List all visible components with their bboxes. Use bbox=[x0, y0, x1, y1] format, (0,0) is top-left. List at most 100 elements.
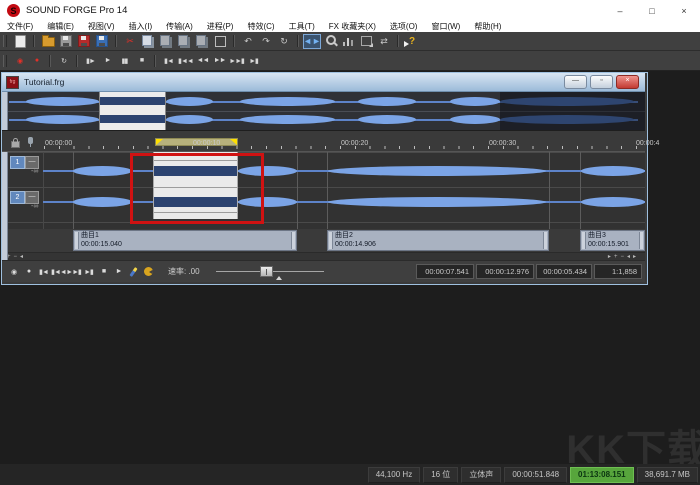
track-2-volume[interactable]: -∞ bbox=[31, 203, 38, 210]
new-file-icon bbox=[15, 35, 26, 48]
new-file-button[interactable] bbox=[11, 34, 29, 49]
statistics-icon bbox=[343, 37, 353, 46]
zoom-ratio-display[interactable]: 1:1,858 bbox=[594, 264, 642, 279]
transport-toolbar: ◉ ● ↻ ▮► ► ▮▮ ■ ▮◄ ▮◄◄ ◄◄ ►► ►►▮ ►▮ bbox=[0, 51, 700, 71]
slider-thumb[interactable] bbox=[260, 266, 273, 277]
record-remote-button[interactable]: ◉ bbox=[11, 53, 28, 68]
maximize-button[interactable]: □ bbox=[636, 0, 668, 21]
overview-waveform-segment bbox=[166, 115, 213, 124]
save-button[interactable] bbox=[57, 34, 75, 49]
menu-insert[interactable]: 插入(I) bbox=[122, 21, 160, 32]
status-bit-depth[interactable]: 16 位 bbox=[423, 467, 458, 483]
doc-restore-button[interactable]: ▫ bbox=[590, 75, 613, 89]
track-2-number[interactable]: 2 bbox=[10, 191, 25, 204]
status-length[interactable]: 00:00:51.848 bbox=[504, 467, 567, 483]
whats-this-button[interactable]: ? bbox=[403, 34, 421, 49]
menu-edit[interactable]: 编辑(E) bbox=[40, 21, 81, 32]
track-area[interactable]: 1 — -∞ 2 — -∞ bbox=[2, 152, 645, 229]
status-position-highlight[interactable]: 01:13:08.151 bbox=[570, 467, 634, 483]
redo-button[interactable]: ↷ bbox=[257, 34, 275, 49]
footer-go-end-button[interactable]: ►▮ bbox=[81, 265, 96, 279]
menu-effects[interactable]: 特效(C) bbox=[240, 21, 281, 32]
time-ruler[interactable]: 00:00:00 00:00:10 00:00:20 00:00:30 00:0… bbox=[2, 131, 645, 152]
save-as-button[interactable] bbox=[75, 34, 93, 49]
footer-prev-marker-button[interactable]: ▮◄◄ bbox=[51, 265, 66, 279]
status-channels[interactable]: 立体声 bbox=[461, 467, 501, 483]
statistics-button[interactable] bbox=[339, 34, 357, 49]
footer-record-button[interactable]: ● bbox=[21, 265, 36, 279]
pause-button[interactable]: ▮▮ bbox=[116, 53, 133, 68]
footer-play-button[interactable]: ► bbox=[111, 265, 126, 279]
next-marker-button[interactable]: ►►▮ bbox=[228, 53, 245, 68]
status-sample-rate[interactable]: 44,100 Hz bbox=[368, 467, 420, 483]
overview-selection-waveform bbox=[100, 97, 165, 105]
footer-stop-button[interactable]: ■ bbox=[96, 265, 111, 279]
play-all-button[interactable]: ▮► bbox=[82, 53, 99, 68]
track-1-volume[interactable]: -∞ bbox=[31, 168, 38, 175]
menu-fx-favorites[interactable]: FX 收藏夹(X) bbox=[322, 21, 383, 32]
toolbar-grip[interactable] bbox=[3, 55, 7, 67]
playback-rate-slider[interactable] bbox=[216, 264, 324, 280]
menu-transport[interactable]: 传输(A) bbox=[159, 21, 200, 32]
channel-converter-icon: ◄► bbox=[303, 36, 321, 46]
app-logo-icon: S bbox=[7, 4, 20, 17]
forward-button[interactable]: ►► bbox=[211, 53, 228, 68]
channel-converter-button[interactable]: ◄► bbox=[303, 34, 321, 49]
minimize-button[interactable]: – bbox=[604, 0, 636, 21]
save-all-button[interactable] bbox=[93, 34, 111, 49]
footer-scrub-button[interactable] bbox=[141, 265, 156, 279]
play-button[interactable]: ► bbox=[99, 53, 116, 68]
region-item-3[interactable]: 曲目3 00:00:15.901 bbox=[580, 230, 645, 251]
open-button[interactable] bbox=[39, 34, 57, 49]
annotation-red-rectangle bbox=[130, 153, 264, 224]
toolbar-separator bbox=[154, 55, 156, 67]
doc-minimize-button[interactable]: — bbox=[564, 75, 587, 89]
spectrum-window-icon bbox=[361, 36, 372, 46]
region-item-1[interactable]: 曲目1 00:00:15.040 bbox=[73, 230, 297, 251]
selection-length-display[interactable]: 00:00:05.434 bbox=[536, 264, 592, 279]
stop-button[interactable]: ■ bbox=[133, 53, 150, 68]
routing-button[interactable]: ⇄ bbox=[375, 34, 393, 49]
rewind-button[interactable]: ◄◄ bbox=[194, 53, 211, 68]
spectrum-window-button[interactable] bbox=[357, 34, 375, 49]
footer-go-start-button[interactable]: ▮◄ bbox=[36, 265, 51, 279]
toolbar-separator bbox=[297, 35, 299, 47]
selection-end-display[interactable]: 00:00:12.976 bbox=[476, 264, 534, 279]
loop-playback-button[interactable]: ↻ bbox=[55, 53, 72, 68]
go-to-end-button[interactable]: ►▮ bbox=[245, 53, 262, 68]
repeat-button[interactable]: ↻ bbox=[275, 34, 293, 49]
copy-button[interactable] bbox=[139, 34, 157, 49]
overview-strip[interactable] bbox=[2, 92, 645, 131]
undo-button[interactable]: ↶ bbox=[239, 34, 257, 49]
menu-options[interactable]: 选项(O) bbox=[383, 21, 425, 32]
paste-button[interactable] bbox=[157, 34, 175, 49]
track-1-number[interactable]: 1 bbox=[10, 156, 25, 169]
selection-start-display[interactable]: 00:00:07.541 bbox=[416, 264, 474, 279]
menu-tools[interactable]: 工具(T) bbox=[282, 21, 322, 32]
go-to-start-button[interactable]: ▮◄ bbox=[160, 53, 177, 68]
doc-close-button[interactable]: × bbox=[616, 75, 639, 89]
mix-paste-icon bbox=[196, 35, 206, 46]
menu-window[interactable]: 窗口(W) bbox=[424, 21, 467, 32]
overview-selection[interactable] bbox=[99, 92, 166, 131]
zoom-selection-button[interactable] bbox=[321, 34, 339, 49]
close-button[interactable]: × bbox=[668, 0, 700, 21]
region-item-2[interactable]: 曲目2 00:00:14.906 bbox=[327, 230, 549, 251]
paste-special-button[interactable] bbox=[175, 34, 193, 49]
footer-next-marker-button[interactable]: ►►▮ bbox=[66, 265, 81, 279]
record-button[interactable]: ● bbox=[28, 53, 45, 68]
menu-process[interactable]: 进程(P) bbox=[200, 21, 241, 32]
menu-file[interactable]: 文件(F) bbox=[0, 21, 40, 32]
footer-marker-tool-button[interactable] bbox=[126, 265, 141, 279]
menubar: 文件(F) 编辑(E) 视图(V) 插入(I) 传输(A) 进程(P) 特效(C… bbox=[0, 21, 700, 32]
marker-pencil-icon bbox=[129, 267, 137, 277]
menu-help[interactable]: 帮助(H) bbox=[467, 21, 508, 32]
cut-button[interactable]: ✂ bbox=[121, 34, 139, 49]
menu-view[interactable]: 视图(V) bbox=[81, 21, 122, 32]
mix-paste-button[interactable] bbox=[193, 34, 211, 49]
document-titlebar[interactable]: frg Tutorial.frg — ▫ × bbox=[2, 73, 645, 92]
trim-button[interactable] bbox=[211, 34, 229, 49]
toolbar-grip[interactable] bbox=[3, 35, 7, 47]
previous-marker-button[interactable]: ▮◄◄ bbox=[177, 53, 194, 68]
footer-record-remote-button[interactable]: ◉ bbox=[6, 265, 21, 279]
